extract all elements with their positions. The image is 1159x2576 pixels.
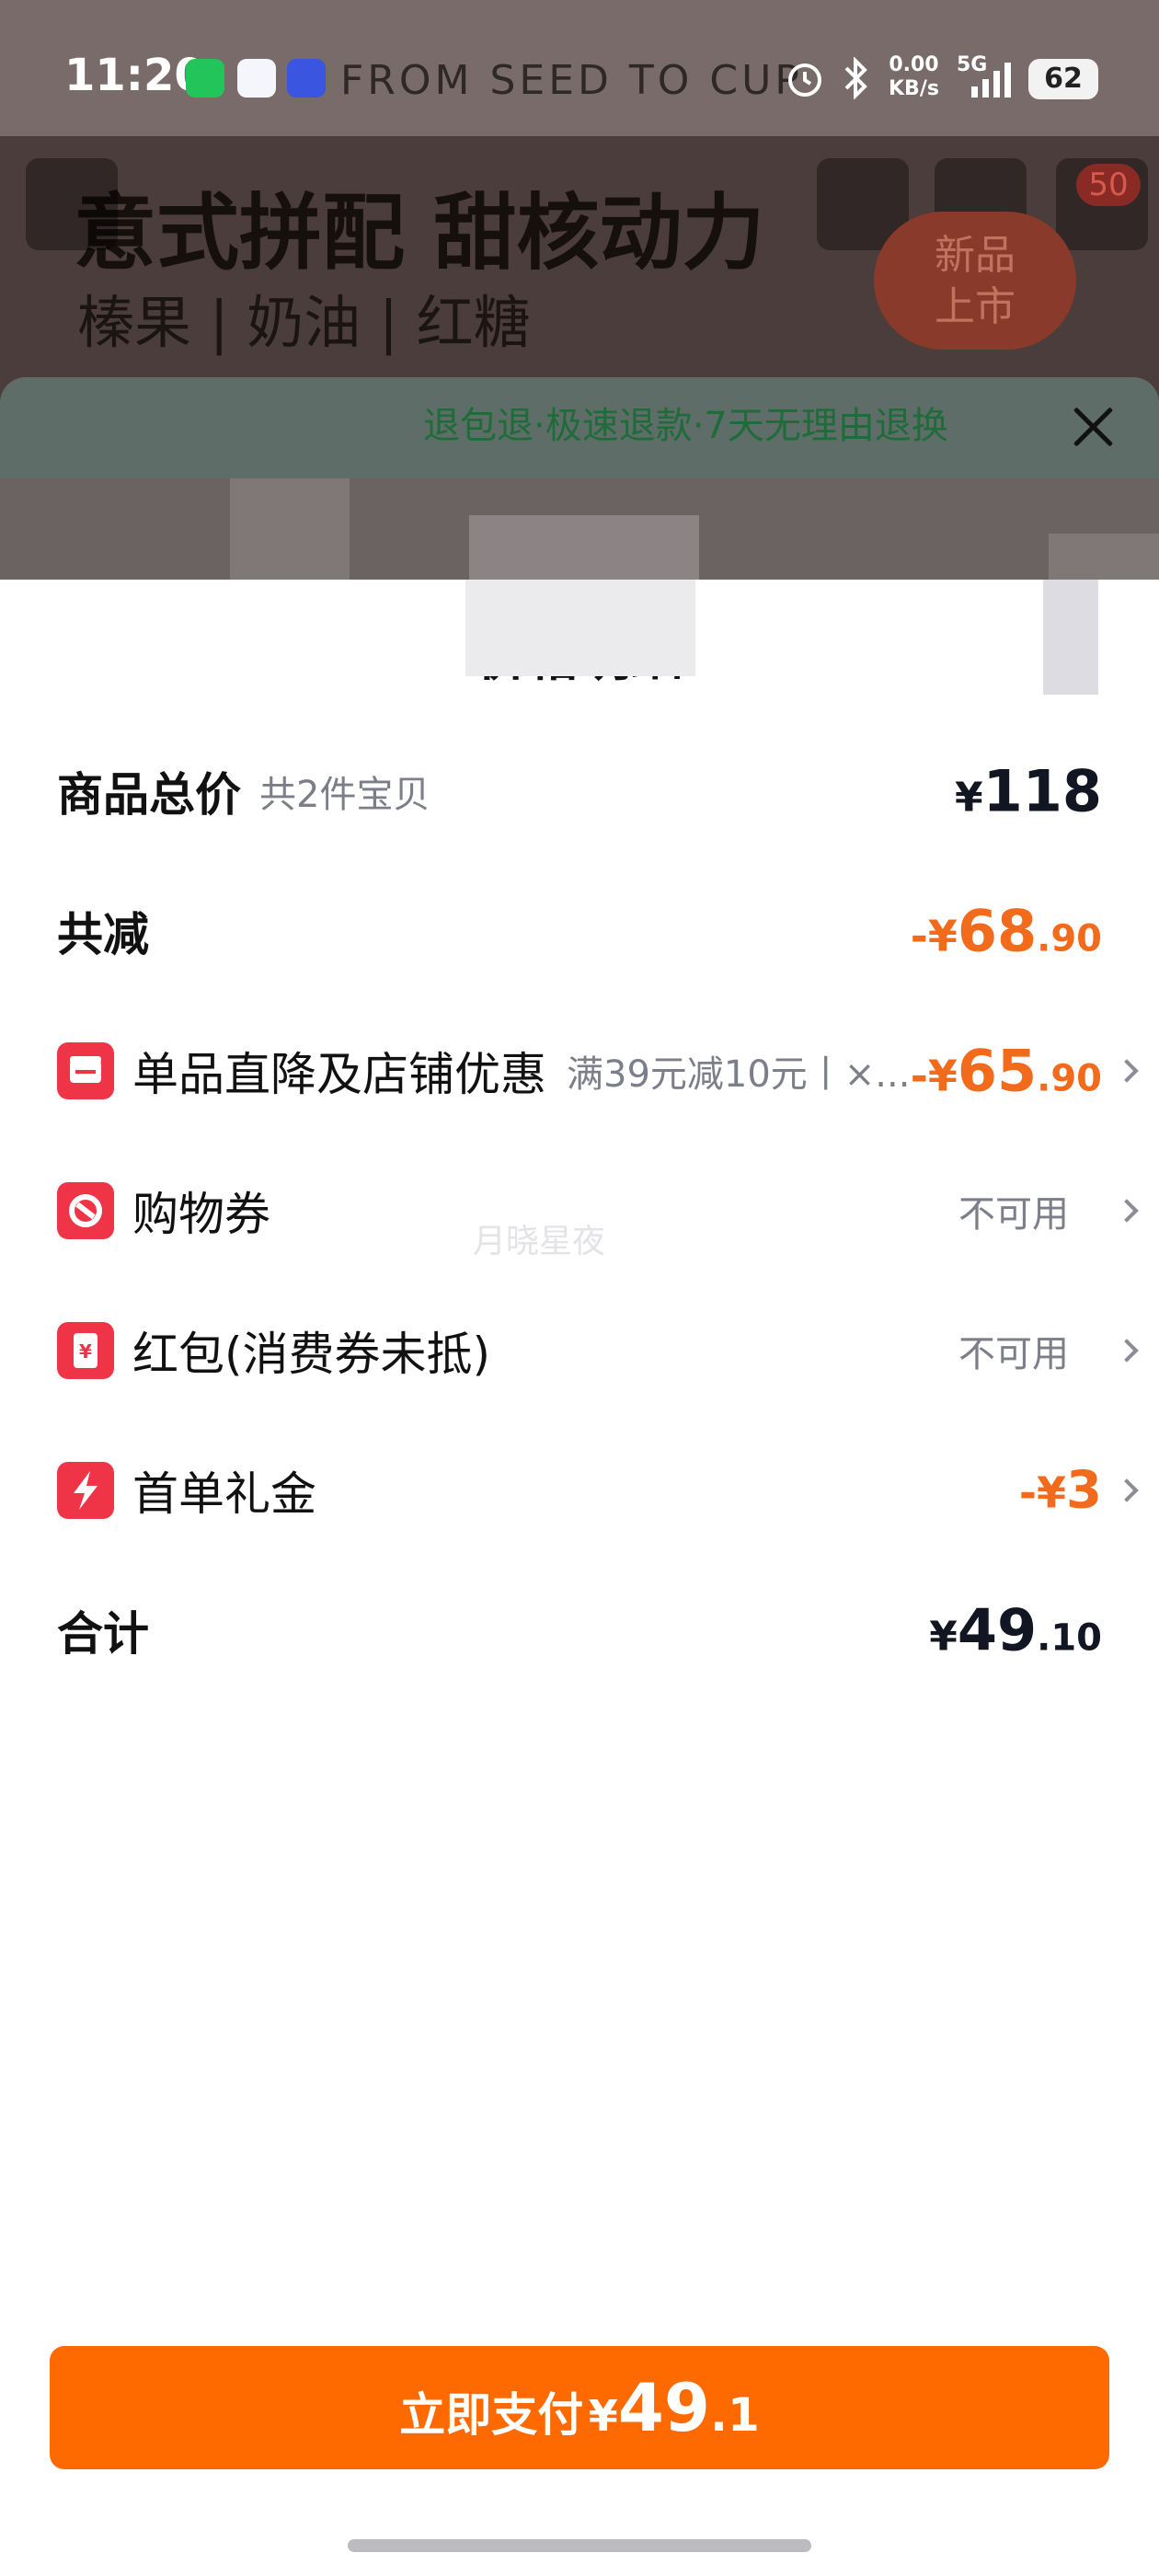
total-value: ¥118 <box>954 757 1102 825</box>
row-item-total: 商品总价 共2件宝贝 ¥118 <box>57 745 1102 837</box>
price-detail-sheet: 价格明细 商品总价 共2件宝贝 ¥118 共减 -¥68.90 单品直降及店铺优… <box>0 580 1159 2576</box>
pay-amount-integer: 49 <box>617 2369 710 2446</box>
row-total-reduction: 共减 -¥68.90 <box>57 885 1102 977</box>
alarm-icon <box>788 63 821 97</box>
chevron-right-icon <box>1115 1199 1139 1223</box>
wechat-icon <box>186 59 224 98</box>
pay-label: 立即支付 <box>399 2388 584 2442</box>
row-grand-total: 合计 ¥49.10 <box>57 1584 1102 1676</box>
chat-app-icon <box>237 59 276 98</box>
battery-indicator: 62 <box>1028 59 1098 99</box>
chevron-right-icon <box>1115 1339 1139 1363</box>
cart-badge: 50 <box>1076 164 1141 206</box>
grand-total-label: 合计 <box>57 1607 149 1661</box>
new-product-bubble: 新品 上市 <box>874 212 1076 350</box>
reduction-value: -¥68.90 <box>910 897 1102 965</box>
red-packet-status: 不可用 <box>958 1333 1069 1375</box>
back-button[interactable] <box>26 158 118 250</box>
coupon-status: 不可用 <box>958 1193 1069 1236</box>
row-red-packet[interactable]: ¥ 红包(消费券未抵) 不可用 <box>57 1305 1139 1397</box>
first-order-value: -¥3 <box>1018 1460 1102 1521</box>
store-discount-note: 满39元减10元丨×... <box>567 1053 911 1096</box>
pay-amount-decimal: .1 <box>710 2388 760 2442</box>
close-icon[interactable] <box>1067 401 1119 453</box>
coupon-label: 购物券 <box>132 1188 270 1241</box>
image-artifact <box>465 580 695 676</box>
row-first-order-gift[interactable]: 首单礼金 -¥3 <box>57 1444 1139 1536</box>
image-artifact <box>1043 580 1098 695</box>
lightning-icon <box>57 1462 114 1519</box>
watermark-text: 月晓星夜 <box>473 1223 606 1260</box>
reduction-label: 共减 <box>57 908 149 961</box>
background-title: 意式拼配 甜核动力 <box>74 185 765 282</box>
chevron-right-icon <box>1115 1059 1139 1083</box>
svg-text:¥: ¥ <box>79 1340 92 1363</box>
grand-total-value: ¥49.10 <box>929 1596 1102 1664</box>
total-label: 商品总价 <box>57 768 241 822</box>
screen: FROM SEED TO CUP 意式拼配 甜核动力 榛果 | 奶油 | 红糖 … <box>0 0 1159 2576</box>
red-packet-icon: ¥ <box>57 1322 114 1379</box>
store-icon <box>57 1042 114 1099</box>
bluetooth-icon <box>844 57 867 99</box>
home-indicator[interactable] <box>348 2539 811 2552</box>
status-time: 11:20 <box>64 50 205 101</box>
store-discount-label: 单品直降及店铺优惠 <box>132 1048 546 1101</box>
coupon-icon <box>57 1182 114 1239</box>
red-packet-label: 红包(消费券未抵) <box>132 1328 491 1381</box>
chevron-right-icon <box>1115 1478 1139 1502</box>
background-subtitle: 榛果 | 奶油 | 红糖 <box>77 289 531 356</box>
status-bar: 11:20 0.00 KB/s 5G 62 <box>0 0 1159 138</box>
row-store-discount[interactable]: 单品直降及店铺优惠 满39元减10元丨×... -¥65.90 <box>57 1025 1139 1117</box>
item-count-note: 共2件宝贝 <box>259 774 430 816</box>
net-speed: 0.00 KB/s <box>889 53 939 100</box>
store-discount-value: -¥65.90 <box>910 1037 1102 1105</box>
first-order-label: 首单礼金 <box>132 1467 316 1521</box>
pay-now-button[interactable]: 立即支付 ¥49.1 <box>50 2346 1109 2469</box>
signal-icon <box>971 63 1011 98</box>
pay-currency: ¥ <box>588 2391 618 2441</box>
vivo-icon <box>287 59 326 98</box>
background-notice: 退包退·极速退款·7天无理由退换 <box>423 405 948 447</box>
